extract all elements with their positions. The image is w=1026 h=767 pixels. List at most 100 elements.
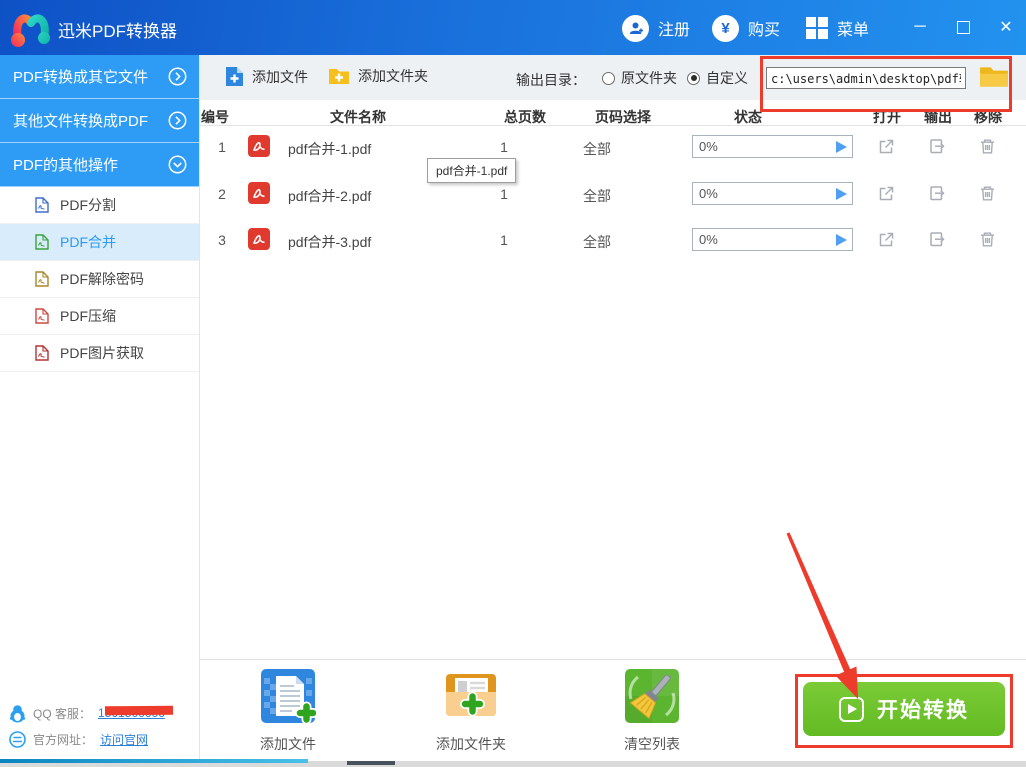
buy-label: 购买 (748, 22, 781, 39)
toolbar: 添加文件 添加文件夹 输出目录： 原文件夹 自定义 (200, 55, 1026, 100)
open-file-button[interactable] (877, 184, 896, 203)
clear-list-broom-icon (625, 669, 679, 723)
app-window: { "titlebar": { "title": "迅米PDF转换器", "re… (0, 0, 1026, 767)
maximize-icon (956, 20, 970, 34)
qq-label: QQ 客服： (33, 706, 92, 721)
website-label: 官方网址： (33, 732, 94, 747)
register-label: 注册 (658, 22, 691, 39)
footer-add-file-label: 添加文件 (260, 736, 316, 752)
sidebar-item-label: PDF分割 (60, 197, 116, 213)
play-icon[interactable] (836, 233, 847, 246)
sidebar-item-pdf-merge[interactable]: PDF合并 (0, 224, 199, 261)
play-icon[interactable] (836, 140, 847, 153)
add-folder-label: 添加文件夹 (358, 68, 428, 84)
add-folder-icon (329, 68, 349, 84)
footer-add-file-button[interactable]: 添加文件 (233, 668, 343, 754)
chevron-down-circle-icon (168, 155, 187, 174)
remove-file-button[interactable] (978, 137, 997, 156)
progress-value: 0% (699, 232, 718, 247)
support-info: QQ 客服： 1561566666 官方网址： 访问官网 (9, 700, 194, 752)
open-output-button[interactable] (928, 184, 947, 203)
play-icon[interactable] (836, 187, 847, 200)
sidebar-section-pdf-other-ops[interactable]: PDF的其他操作 (0, 143, 199, 187)
pdf-file-icon (35, 308, 49, 324)
open-output-button[interactable] (928, 230, 947, 249)
add-folder-big-icon (446, 674, 496, 717)
sidebar-section-pdf-to-other[interactable]: PDF转换成其它文件 (0, 55, 199, 99)
app-title: 迅米PDF转换器 (58, 22, 177, 41)
remove-file-button[interactable] (978, 230, 997, 249)
open-output-button[interactable] (928, 137, 947, 156)
background-window-fragment (347, 761, 395, 765)
page-range[interactable]: 全部 (567, 186, 627, 206)
background-window-edge (0, 759, 308, 763)
file-name: pdf合并-2.pdf (288, 188, 372, 204)
yen-icon: ¥ (712, 14, 739, 42)
menu-button[interactable]: 菜单 (806, 13, 869, 43)
sidebar-item-label: PDF解除密码 (60, 271, 144, 287)
page-range[interactable]: 全部 (567, 232, 627, 252)
sidebar-item-pdf-split[interactable]: PDF分割 (0, 187, 199, 224)
progress-value: 0% (699, 139, 718, 154)
redaction-bar (104, 705, 174, 716)
register-button[interactable]: 注册 (622, 13, 690, 43)
maximize-button[interactable] (948, 13, 978, 41)
browse-folder-button[interactable] (979, 65, 1009, 89)
minimize-button[interactable]: ─ (905, 13, 935, 41)
menu-grid-icon (806, 17, 828, 39)
table-row: 2 pdf合并-2.pdf 1 全部 0% (200, 171, 1026, 217)
radio-original-folder[interactable]: 原文件夹 (602, 68, 677, 88)
sidebar-section-other-to-pdf[interactable]: 其他文件转换成PDF (0, 99, 199, 143)
sidebar-item-pdf-extract-images[interactable]: PDF图片获取 (0, 335, 199, 372)
menu-label: 菜单 (837, 22, 870, 39)
website-row: 官方网址： 访问官网 (9, 726, 194, 752)
chevron-right-circle-icon (168, 67, 187, 86)
remove-file-button[interactable] (978, 184, 997, 203)
open-file-button[interactable] (877, 230, 896, 249)
output-path-input[interactable] (766, 67, 966, 89)
row-number: 1 (218, 139, 226, 155)
footer-add-folder-label: 添加文件夹 (436, 736, 506, 752)
qq-support-row: QQ 客服： 1561566666 (9, 700, 194, 726)
radio-custom[interactable]: 自定义 (687, 68, 748, 88)
pdf-file-icon (35, 345, 49, 361)
sidebar-item-label: PDF合并 (60, 234, 116, 250)
background-window-strip (0, 759, 1026, 767)
sidebar-item-label: PDF图片获取 (60, 345, 144, 361)
pdf-file-icon (35, 234, 49, 250)
add-file-button[interactable]: 添加文件 (225, 66, 308, 87)
close-button[interactable]: ✕ (991, 13, 1021, 41)
start-convert-button[interactable]: 开始转换 (803, 682, 1005, 736)
page-count: 1 (500, 232, 508, 248)
add-file-icon (226, 67, 243, 86)
sidebar-item-label: PDF压缩 (60, 308, 116, 324)
progress-bar: 0% (692, 182, 853, 205)
row-number: 2 (218, 186, 226, 202)
pdf-file-icon (248, 228, 270, 250)
radio-circle-icon (602, 71, 615, 85)
footer-add-folder-button[interactable]: 添加文件夹 (416, 668, 526, 754)
register-user-icon (622, 14, 649, 42)
chevron-right-circle-icon (168, 111, 187, 130)
file-name: pdf合并-1.pdf (288, 141, 372, 157)
page-count: 1 (500, 186, 508, 202)
output-dir-label: 输出目录： (516, 72, 586, 88)
radio-original-label: 原文件夹 (621, 70, 677, 86)
open-file-button[interactable] (877, 137, 896, 156)
footer-clear-list-button[interactable]: 清空列表 (597, 668, 707, 754)
titlebar: 迅米PDF转换器 注册 ¥ 购买 菜单 ─ ✕ (0, 0, 1026, 55)
progress-bar: 0% (692, 135, 853, 158)
pdf-file-icon (35, 197, 49, 213)
radio-circle-checked-icon (687, 71, 700, 85)
page-range[interactable]: 全部 (567, 139, 627, 159)
qq-penguin-icon (9, 704, 26, 722)
sidebar-item-pdf-compress[interactable]: PDF压缩 (0, 298, 199, 335)
website-link[interactable]: 访问官网 (100, 731, 148, 748)
filename-tooltip: pdf合并-1.pdf (427, 158, 517, 183)
start-convert-label: 开始转换 (877, 699, 969, 722)
pdf-file-icon (248, 135, 270, 157)
sidebar-item-pdf-remove-password[interactable]: PDF解除密码 (0, 261, 199, 298)
buy-button[interactable]: ¥ 购买 (712, 13, 780, 43)
row-number: 3 (218, 232, 226, 248)
add-folder-button[interactable]: 添加文件夹 (328, 66, 428, 86)
